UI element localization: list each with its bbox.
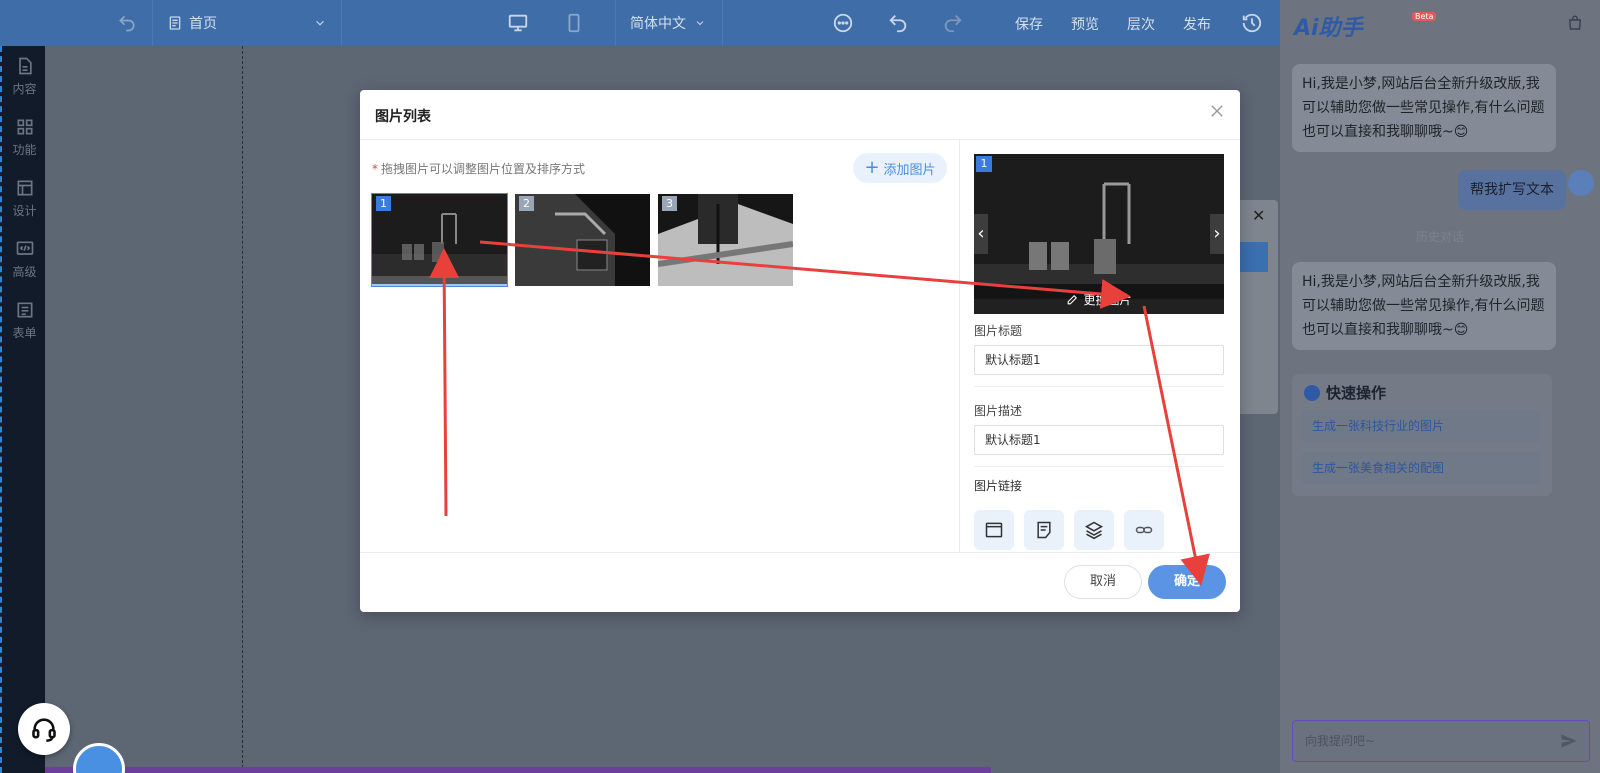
- desktop-view-icon[interactable]: [507, 12, 529, 34]
- sidebar-item-label: 表单: [12, 326, 37, 340]
- user-message: 帮我扩写文本: [1458, 170, 1566, 210]
- replace-image-button[interactable]: 更换图片: [974, 284, 1224, 314]
- ai-assistant-panel: Ai助手 Beta Hi,我是小梦,网站后台全新升级改版,我可以辅助您做一些常见…: [1280, 0, 1600, 773]
- page-name: 首页: [189, 16, 217, 32]
- code-icon: [16, 241, 33, 255]
- customer-service-button[interactable]: [18, 703, 70, 755]
- assistant-message: Hi,我是小梦,网站后台全新升级改版,我可以辅助您做一些常见操作,有什么问题也可…: [1292, 64, 1556, 152]
- chevron-down-icon: [696, 21, 704, 26]
- url-link-icon: [1135, 526, 1153, 534]
- grid-icon: [17, 119, 32, 135]
- layer-link-button[interactable]: [1074, 510, 1114, 550]
- list-icon: [17, 302, 32, 318]
- layout-icon: [17, 180, 32, 196]
- mobile-view-icon[interactable]: [563, 12, 585, 34]
- dialog-title: 图片列表: [375, 109, 431, 125]
- image-list-dialog: 图片列表 * 拖拽图片可以调整图片位置及排序方式 + 添加图片 1 2 3 1 …: [360, 90, 1240, 612]
- quick-action-food-image[interactable]: 生成一张美食相关的配图: [1302, 452, 1540, 484]
- document-icon: [18, 57, 32, 75]
- page-link-button[interactable]: [974, 510, 1014, 550]
- chevron-right-icon[interactable]: ›: [1210, 214, 1224, 254]
- sidebar-item-function[interactable]: 功能: [2, 117, 47, 158]
- send-icon[interactable]: [1559, 731, 1579, 751]
- image-thumbnail[interactable]: 3: [658, 194, 793, 286]
- drag-hint: * 拖拽图片可以调整图片位置及排序方式: [372, 162, 586, 176]
- sidebar-item-content[interactable]: 内容: [2, 56, 47, 97]
- language-selector[interactable]: 简体中文: [615, 0, 723, 46]
- quick-action-tech-image[interactable]: 生成一张科技行业的图片: [1302, 410, 1540, 442]
- thumbnail-index: 3: [662, 196, 677, 211]
- dialog-footer: 取消 确定: [360, 552, 1240, 612]
- page-selector[interactable]: 首页: [152, 0, 342, 46]
- user-avatar: [1568, 170, 1594, 196]
- shopping-bag-icon[interactable]: [1566, 14, 1584, 32]
- edit-icon: [1068, 294, 1078, 304]
- canvas-bottom-strip: [45, 767, 991, 773]
- history-divider: 历史对话: [1415, 230, 1464, 244]
- confirm-button[interactable]: 确定: [1148, 565, 1226, 599]
- sidebar-item-form[interactable]: 表单: [2, 300, 47, 341]
- image-description-input[interactable]: 默认标题1: [974, 425, 1224, 455]
- image-title-input[interactable]: 默认标题1: [974, 345, 1224, 375]
- assistant-message: Hi,我是小梦,网站后台全新升级改版,我可以辅助您做一些常见操作,有什么问题也可…: [1292, 262, 1556, 350]
- url-link-button[interactable]: [1124, 510, 1164, 550]
- sidebar-item-label: 内容: [12, 82, 37, 96]
- preview-button[interactable]: 预览: [1071, 14, 1099, 34]
- dialog-header: 图片列表: [360, 90, 1240, 140]
- cancel-button[interactable]: 取消: [1064, 565, 1142, 599]
- sidebar-item-label: 设计: [12, 204, 37, 218]
- save-button[interactable]: 保存: [1015, 14, 1043, 34]
- sewing-machine-photo: [658, 194, 793, 286]
- top-toolbar: 首页 简体中文 保存 预览 层次 发布: [0, 0, 1280, 46]
- thumbnail-index: 2: [519, 196, 534, 211]
- language-value: 简体中文: [630, 16, 686, 32]
- headset-icon: [32, 718, 56, 742]
- article-link-icon: [1037, 521, 1051, 539]
- image-settings-panel: 1 ‹ › 更换图片 图片标题 默认标题1 图片描述 默认标题1 图片链接: [960, 140, 1240, 552]
- add-image-button[interactable]: + 添加图片: [853, 153, 947, 183]
- image-description-label: 图片描述: [974, 404, 1023, 418]
- preview-index: 1: [976, 156, 992, 172]
- image-list-area: * 拖拽图片可以调整图片位置及排序方式 + 添加图片 1 2 3: [360, 140, 960, 552]
- ai-chat-input[interactable]: 向我提问吧~: [1292, 720, 1590, 762]
- image-title-label: 图片标题: [974, 324, 1023, 338]
- left-sidebar: 内容 功能 设计 高级 表单: [0, 46, 45, 773]
- redo-icon[interactable]: [942, 12, 964, 34]
- layers-button[interactable]: 层次: [1127, 14, 1155, 34]
- thumbnail-index: 1: [376, 196, 391, 211]
- sidebar-item-design[interactable]: 设计: [2, 178, 47, 219]
- machine-photo: [515, 194, 650, 286]
- more-icon[interactable]: [832, 12, 854, 34]
- layout-guide-line: [242, 46, 243, 773]
- undo-icon[interactable]: [116, 13, 138, 33]
- publish-button[interactable]: 发布: [1183, 14, 1211, 34]
- ai-logo: Ai助手 Beta: [1294, 10, 1437, 42]
- quick-actions-box: 快速操作 生成一张科技行业的图片 生成一张美食相关的配图: [1292, 374, 1552, 496]
- faucet-photo: [372, 194, 507, 284]
- image-preview: 1 ‹ › 更换图片: [974, 154, 1224, 314]
- image-link-label: 图片链接: [974, 479, 1023, 493]
- history-icon[interactable]: [1241, 12, 1263, 34]
- layers-icon: [1084, 521, 1104, 540]
- close-icon[interactable]: [1208, 102, 1226, 120]
- image-thumbnail[interactable]: 2: [515, 194, 650, 286]
- sidebar-item-advanced[interactable]: 高级: [2, 239, 47, 280]
- chevron-left-icon[interactable]: ‹: [974, 214, 988, 254]
- plus-icon: +: [864, 157, 880, 178]
- lightning-icon: [1304, 384, 1320, 401]
- document-icon: [169, 16, 181, 30]
- sidebar-item-label: 功能: [12, 143, 37, 157]
- chevron-down-icon: [316, 20, 324, 26]
- quick-actions-title: 快速操作: [1304, 382, 1386, 403]
- beta-badge: Beta: [1412, 12, 1437, 21]
- image-thumbnail[interactable]: 1: [371, 193, 508, 287]
- page-link-icon: [985, 522, 1003, 538]
- divider: [974, 466, 1224, 467]
- divider: [974, 386, 1224, 387]
- close-icon[interactable]: ✕: [1252, 206, 1265, 225]
- article-link-button[interactable]: [1024, 510, 1064, 550]
- sidebar-item-label: 高级: [12, 265, 37, 279]
- undo-icon[interactable]: [887, 12, 909, 34]
